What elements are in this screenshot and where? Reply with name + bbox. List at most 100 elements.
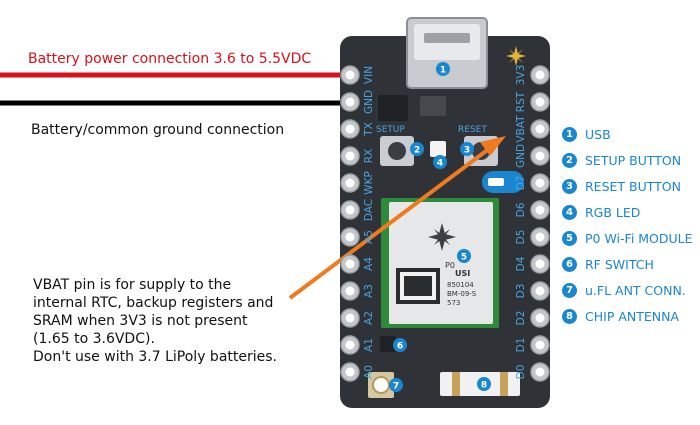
legend-label: u.FL ANT CONN. [585,282,686,298]
pin-hole [535,367,545,377]
pin-hole [535,286,545,296]
pin-label: A0 [363,365,375,379]
pin-label: D4 [515,256,527,271]
legend-number: 4 [562,204,577,220]
svg-text:6: 6 [397,342,403,352]
pin-label: D3 [515,284,527,299]
pin-hole [535,232,545,242]
component-legend: 1 USB 2 SETUP BUTTON 3 RESET BUTTON 4 RGB LE… [562,121,693,329]
pin-label: A4 [363,257,375,271]
d7-led-chip [488,178,504,186]
marker-4: 4 [433,155,447,169]
legend-label: P0 Wi-Fi MODULE [585,230,693,246]
setup-label: SETUP [376,125,405,135]
pin-label: D0 [515,365,527,380]
pin-hole [535,124,545,134]
module-brand: USI [455,269,470,278]
module-code-1: 850104 [447,281,474,289]
pin-hole [535,313,545,323]
vbat-note-line: SRAM when 3V3 is not present [33,313,248,329]
marker-6: 6 [393,338,407,352]
pin-label: D1 [515,338,527,353]
pin-hole [535,151,545,161]
marker-2: 2 [410,142,424,156]
marker-1: 1 [436,62,450,76]
battery-power-label: Battery power connection 3.6 to 5.5VDC [28,51,312,67]
pin-label: VBAT [515,115,527,143]
inductor [420,96,446,116]
pin-hole [345,124,355,134]
setup-button [380,136,414,166]
svg-text:1: 1 [440,66,446,76]
legend-label: SETUP BUTTON [585,152,682,168]
pin-label: D6 [515,202,527,217]
pin-hole [345,178,355,188]
svg-text:3: 3 [464,146,470,156]
legend-item: 4 RGB LED [562,199,693,225]
legend-item: 8 CHIP ANTENNA [562,303,693,329]
legend-item: 3 RESET BUTTON [562,173,693,199]
legend-label: RGB LED [585,204,641,220]
legend-label: RESET BUTTON [585,178,681,194]
pin-hole [535,340,545,350]
pin-hole [345,232,355,242]
pin-hole [535,97,545,107]
regulator-chip [378,95,408,121]
pin-hole [345,205,355,215]
legend-label: CHIP ANTENNA [585,308,680,324]
vbat-note-line: VBAT pin is for supply to the [33,277,232,293]
pin-label: WKP [363,171,375,195]
legend-number: 6 [562,256,577,272]
marker-3: 3 [460,142,474,156]
pin-label: A2 [363,311,375,325]
pin-label: RST [515,91,527,112]
star-icon [506,46,526,66]
pin-label: D2 [515,311,527,326]
legend-item: 5 P0 Wi-Fi MODULE [562,225,693,251]
rgb-led [430,141,446,157]
pin-label: D7 [515,176,527,191]
legend-number: 5 [562,230,577,246]
module-code-3: 573 [447,299,460,307]
pin-hole [345,70,355,80]
legend-item: 7 u.FL ANT CONN. [562,277,693,303]
battery-ground-label: Battery/common ground connection [31,122,285,138]
vbat-note-line: internal RTC, backup registers and [33,295,274,311]
legend-number: 2 [562,152,577,168]
pin-hole [345,286,355,296]
svg-text:7: 7 [393,382,399,392]
reset-label: RESET [458,125,487,135]
pin-label: A5 [363,230,375,244]
usb-connector [406,17,488,89]
pin-label: RX [363,149,375,164]
pin-hole [345,367,355,377]
pin-label: GND [515,144,527,168]
marker-7: 7 [389,378,403,392]
legend-item: 2 SETUP BUTTON [562,147,693,173]
legend-number: 3 [562,178,577,194]
pin-hole [345,340,355,350]
pin-label: GND [363,90,375,114]
pin-label: D5 [515,230,527,245]
pin-label: A3 [363,284,375,298]
pin-hole [345,97,355,107]
vbat-note-line: Don't use with 3.7 LiPoly batteries. [33,349,277,365]
module-name: P0 [445,261,455,270]
marker-5: 5 [457,249,471,263]
vbat-note: VBAT pin is for supply to the internal R… [33,276,277,366]
pin-label: 3V3 [515,65,527,86]
pin-hole [345,313,355,323]
pin-hole [345,151,355,161]
pin-label: DAC [363,199,375,221]
pin-label: VIN [363,66,375,84]
pin-hole [535,70,545,80]
pin-hole [345,259,355,269]
pin-label: TX [363,122,375,137]
legend-number: 1 [562,126,577,142]
legend-number: 7 [562,282,577,298]
svg-text:2: 2 [414,146,420,156]
legend-item: 6 RF SWITCH [562,251,693,277]
marker-8: 8 [477,377,491,391]
svg-text:5: 5 [461,253,467,263]
module-code-2: BM-09-S [447,290,477,298]
